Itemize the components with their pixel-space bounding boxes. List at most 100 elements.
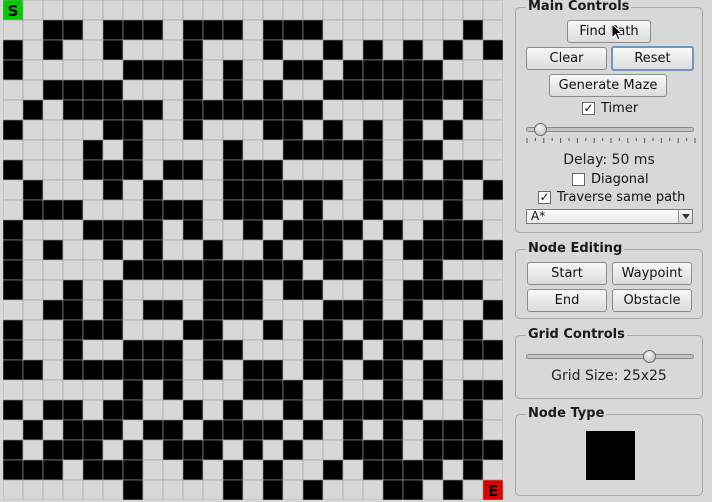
open-cell[interactable] [482, 19, 503, 41]
open-cell[interactable] [282, 79, 304, 101]
open-cell[interactable] [462, 59, 484, 81]
open-cell[interactable] [62, 479, 84, 500]
wall-cell[interactable] [142, 59, 164, 81]
wall-cell[interactable] [142, 239, 164, 261]
traverse-check-icon[interactable]: ✓ [538, 191, 551, 204]
wall-cell[interactable] [482, 379, 503, 401]
wall-cell[interactable] [162, 339, 184, 361]
open-cell[interactable] [402, 379, 424, 401]
wall-cell[interactable] [3, 279, 24, 301]
wall-cell[interactable] [362, 399, 384, 421]
wall-cell[interactable] [142, 259, 164, 281]
open-cell[interactable] [162, 139, 184, 161]
open-cell[interactable] [222, 239, 244, 261]
open-cell[interactable] [62, 179, 84, 201]
open-cell[interactable] [62, 39, 84, 61]
open-cell[interactable] [262, 439, 284, 461]
open-cell[interactable] [162, 459, 184, 481]
wall-cell[interactable] [242, 159, 264, 181]
open-cell[interactable] [182, 359, 204, 381]
open-cell[interactable] [122, 319, 144, 341]
open-cell[interactable] [322, 199, 344, 221]
wall-cell[interactable] [182, 219, 204, 241]
wall-cell[interactable] [402, 179, 424, 201]
wall-cell[interactable] [122, 119, 144, 141]
wall-cell[interactable] [302, 179, 324, 201]
open-cell[interactable] [22, 339, 44, 361]
open-cell[interactable] [342, 39, 364, 61]
open-cell[interactable] [82, 119, 104, 141]
open-cell[interactable] [222, 119, 244, 141]
open-cell[interactable] [422, 119, 444, 141]
wall-cell[interactable] [102, 179, 124, 201]
open-cell[interactable] [342, 199, 364, 221]
wall-cell[interactable] [82, 459, 104, 481]
wall-cell[interactable] [3, 39, 24, 61]
wall-cell[interactable] [222, 19, 244, 41]
wall-cell[interactable] [422, 79, 444, 101]
wall-cell[interactable] [242, 299, 264, 321]
wall-cell[interactable] [122, 139, 144, 161]
open-cell[interactable] [382, 99, 404, 121]
wall-cell[interactable] [462, 459, 484, 481]
wall-cell[interactable] [142, 339, 164, 361]
open-cell[interactable] [402, 359, 424, 381]
open-cell[interactable] [322, 419, 344, 441]
wall-cell[interactable] [242, 199, 264, 221]
open-cell[interactable] [142, 279, 164, 301]
wall-cell[interactable] [462, 419, 484, 441]
open-cell[interactable] [142, 459, 164, 481]
wall-cell[interactable] [202, 439, 224, 461]
wall-cell[interactable] [382, 359, 404, 381]
open-cell[interactable] [382, 119, 404, 141]
open-cell[interactable] [482, 59, 503, 81]
wall-cell[interactable] [462, 439, 484, 461]
open-cell[interactable] [222, 39, 244, 61]
wall-cell[interactable] [162, 199, 184, 221]
wall-cell[interactable] [462, 159, 484, 181]
open-cell[interactable] [162, 119, 184, 141]
open-cell[interactable] [282, 159, 304, 181]
wall-cell[interactable] [102, 39, 124, 61]
wall-cell[interactable] [402, 459, 424, 481]
wall-cell[interactable] [222, 159, 244, 181]
open-cell[interactable] [442, 379, 464, 401]
open-cell[interactable] [3, 199, 24, 221]
wall-cell[interactable] [142, 99, 164, 121]
open-cell[interactable] [302, 119, 324, 141]
wall-cell[interactable] [62, 419, 84, 441]
wall-cell[interactable] [462, 339, 484, 361]
open-cell[interactable] [3, 479, 24, 500]
wall-cell[interactable] [222, 479, 244, 500]
open-cell[interactable] [282, 39, 304, 61]
wall-cell[interactable] [262, 459, 284, 481]
open-cell[interactable] [422, 339, 444, 361]
wall-cell[interactable] [402, 279, 424, 301]
wall-cell[interactable] [462, 399, 484, 421]
open-cell[interactable] [202, 79, 224, 101]
open-cell[interactable] [3, 79, 24, 101]
wall-cell[interactable] [182, 19, 204, 41]
wall-cell[interactable] [102, 399, 124, 421]
open-cell[interactable] [322, 159, 344, 181]
open-cell[interactable] [302, 259, 324, 281]
open-cell[interactable] [42, 219, 64, 241]
open-cell[interactable] [122, 79, 144, 101]
open-cell[interactable] [62, 219, 84, 241]
open-cell[interactable] [382, 279, 404, 301]
open-cell[interactable] [342, 19, 364, 41]
wall-cell[interactable] [322, 219, 344, 241]
wall-cell[interactable] [322, 359, 344, 381]
open-cell[interactable] [342, 459, 364, 481]
wall-cell[interactable] [422, 459, 444, 481]
open-cell[interactable] [262, 399, 284, 421]
open-cell[interactable] [122, 419, 144, 441]
wall-cell[interactable] [362, 59, 384, 81]
open-cell[interactable] [222, 439, 244, 461]
open-cell[interactable] [382, 299, 404, 321]
open-cell[interactable] [202, 0, 224, 21]
open-cell[interactable] [282, 339, 304, 361]
open-cell[interactable] [3, 19, 24, 41]
wall-cell[interactable] [162, 419, 184, 441]
open-cell[interactable] [42, 139, 64, 161]
